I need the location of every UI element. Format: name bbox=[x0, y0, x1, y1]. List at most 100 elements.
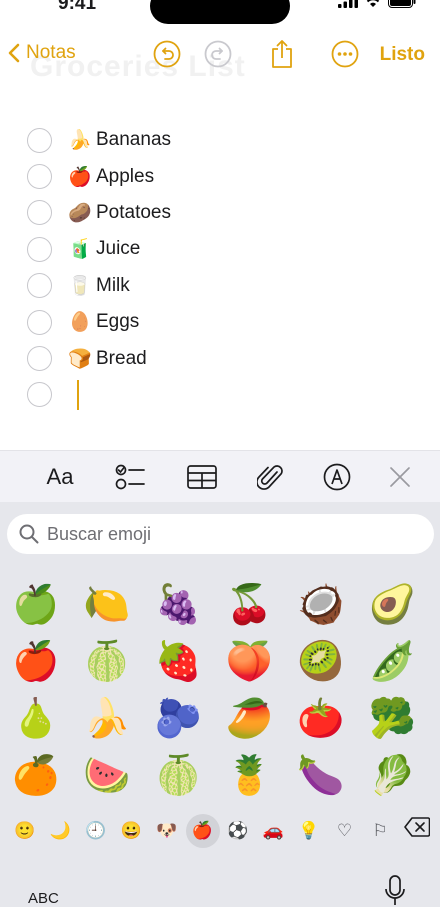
category-smileys-icon[interactable]: 🙂 bbox=[8, 814, 42, 848]
table-button[interactable] bbox=[186, 461, 218, 493]
emoji-key[interactable]: 🍎 bbox=[0, 640, 71, 684]
checklist-item[interactable]: 🍌 Bananas bbox=[27, 122, 427, 158]
redo-icon bbox=[204, 40, 232, 68]
checkbox[interactable] bbox=[27, 382, 52, 408]
more-button[interactable] bbox=[331, 40, 359, 68]
emoji-key[interactable]: 🍒 bbox=[214, 583, 285, 627]
attachment-button[interactable] bbox=[256, 461, 284, 493]
redo-button[interactable] bbox=[204, 40, 232, 68]
item-label: Bananas bbox=[96, 129, 172, 151]
emoji-key[interactable]: 🍍 bbox=[214, 754, 285, 798]
undo-icon bbox=[153, 40, 181, 68]
checkbox[interactable] bbox=[27, 309, 52, 335]
category-travel-icon[interactable]: 🚗 bbox=[257, 814, 291, 848]
emoji-key[interactable]: 🍓 bbox=[143, 640, 214, 684]
emoji-key[interactable]: 🍐 bbox=[0, 697, 71, 741]
category-faces-icon[interactable]: 😀 bbox=[115, 814, 149, 848]
emoji-row: 🍎 🍈 🍓 🍑 🥝 🫛 bbox=[0, 633, 440, 690]
microphone-icon[interactable] bbox=[384, 875, 406, 907]
emoji-key[interactable]: 🍏 bbox=[0, 583, 71, 627]
markup-button[interactable] bbox=[322, 461, 352, 493]
category-recent-clock-icon[interactable]: 🕘 bbox=[79, 814, 113, 848]
checklist-item-new[interactable] bbox=[27, 377, 427, 413]
emoji-key[interactable]: 🥭 bbox=[214, 697, 285, 741]
backspace-icon[interactable] bbox=[404, 817, 430, 837]
emoji-key[interactable]: 🥑 bbox=[356, 583, 427, 627]
checklist-item[interactable]: 🍎 Apples bbox=[27, 158, 427, 194]
emoji-key[interactable]: 🍈 bbox=[71, 640, 142, 684]
table-icon bbox=[187, 465, 217, 489]
emoji-key[interactable]: 🍈 bbox=[143, 754, 214, 798]
checklist-item[interactable]: 🍞 Bread bbox=[27, 340, 427, 376]
signal-icon bbox=[338, 0, 358, 8]
done-button[interactable]: Listo bbox=[380, 44, 425, 66]
emoji-key[interactable]: 🍇 bbox=[143, 583, 214, 627]
emoji-key[interactable]: 🍅 bbox=[285, 697, 356, 741]
checklist-item[interactable]: 🥔 Potatoes bbox=[27, 195, 427, 231]
category-activity-icon[interactable]: ⚽ bbox=[221, 814, 255, 848]
checklist-icon bbox=[115, 464, 145, 490]
item-emoji: 🧃 bbox=[68, 239, 92, 261]
emoji-grid: 🍏 🍋 🍇 🍒 🥥 🥑 🍎 🍈 🍓 🍑 🥝 🫛 🍐 🍌 🫐 🥭 🍅 🥦 🍊 🍉 … bbox=[0, 576, 440, 804]
format-toolbar: Aa bbox=[0, 450, 440, 502]
item-emoji: 🥔 bbox=[68, 202, 92, 224]
status-time: 9:41 bbox=[58, 0, 97, 14]
close-icon bbox=[390, 467, 410, 487]
category-animals-icon[interactable]: 🐶 bbox=[150, 814, 184, 848]
back-button[interactable]: Notas bbox=[8, 42, 76, 64]
share-icon bbox=[272, 40, 292, 68]
undo-button[interactable] bbox=[153, 40, 181, 68]
emoji-category-bar: 🙂 🌙 🕘 😀 🐶 🍎 ⚽ 🚗 💡 ♡ ⚐ bbox=[0, 813, 440, 849]
category-flags-icon[interactable]: ⚐ bbox=[363, 814, 397, 848]
emoji-key[interactable]: 🍉 bbox=[71, 754, 142, 798]
checklist-item[interactable]: 🥚 Eggs bbox=[27, 304, 427, 340]
text-format-button[interactable]: Aa bbox=[42, 461, 78, 493]
category-symbols-icon[interactable]: ♡ bbox=[328, 814, 362, 848]
checkbox[interactable] bbox=[27, 164, 52, 190]
checkbox[interactable] bbox=[27, 236, 52, 262]
status-icons bbox=[338, 0, 416, 8]
emoji-key[interactable]: 🫛 bbox=[356, 640, 427, 684]
emoji-key[interactable]: 🍊 bbox=[0, 754, 71, 798]
battery-icon bbox=[388, 0, 416, 8]
checkbox[interactable] bbox=[27, 200, 52, 226]
checklist-item[interactable]: 🧃 Juice bbox=[27, 231, 427, 267]
category-moon-icon[interactable]: 🌙 bbox=[44, 814, 78, 848]
emoji-key[interactable]: 🫐 bbox=[143, 697, 214, 741]
checklist-button[interactable] bbox=[114, 461, 146, 493]
emoji-row: 🍐 🍌 🫐 🥭 🍅 🥦 bbox=[0, 690, 440, 747]
emoji-key[interactable]: 🥥 bbox=[285, 583, 356, 627]
search-placeholder: Buscar emoji bbox=[47, 523, 152, 544]
emoji-row: 🍊 🍉 🍈 🍍 🍆 🥬 bbox=[0, 747, 440, 804]
item-label: Eggs bbox=[96, 311, 140, 333]
checkbox[interactable] bbox=[27, 273, 52, 299]
back-label: Notas bbox=[26, 42, 76, 63]
emoji-key[interactable]: 🥝 bbox=[285, 640, 356, 684]
category-food-icon[interactable]: 🍎 bbox=[185, 814, 220, 848]
close-toolbar-button[interactable] bbox=[386, 461, 414, 493]
share-button[interactable] bbox=[268, 40, 296, 68]
emoji-key[interactable]: 🍋 bbox=[71, 583, 142, 627]
abc-keyboard-button[interactable]: ABC bbox=[28, 890, 59, 907]
checklist-item[interactable]: 🥛 Milk bbox=[27, 268, 427, 304]
emoji-search-input[interactable]: Buscar emoji bbox=[7, 514, 434, 554]
emoji-keyboard: Buscar emoji 🍏 🍋 🍇 🍒 🥥 🥑 🍎 🍈 🍓 🍑 🥝 🫛 🍐 🍌… bbox=[0, 502, 440, 907]
item-label: Bread bbox=[96, 347, 147, 369]
checklist: 🍌 Bananas 🍎 Apples 🥔 Potatoes 🧃 Juice 🥛 … bbox=[27, 122, 427, 413]
emoji-key[interactable]: 🍑 bbox=[214, 640, 285, 684]
text-format-label: Aa bbox=[46, 464, 74, 489]
emoji-key[interactable]: 🥦 bbox=[356, 697, 427, 741]
checkbox[interactable] bbox=[27, 346, 52, 372]
checkbox[interactable] bbox=[27, 127, 52, 153]
category-objects-icon[interactable]: 💡 bbox=[292, 814, 326, 848]
status-bar: 9:41 bbox=[0, 0, 440, 24]
emoji-row: 🍏 🍋 🍇 🍒 🥥 🥑 bbox=[0, 576, 440, 633]
item-emoji: 🍎 bbox=[68, 166, 92, 188]
pen-tip-circle-icon bbox=[323, 463, 351, 491]
emoji-key[interactable]: 🥬 bbox=[356, 754, 427, 798]
item-emoji: 🥚 bbox=[68, 312, 92, 334]
emoji-key[interactable]: 🍆 bbox=[285, 754, 356, 798]
emoji-key[interactable]: 🍌 bbox=[71, 697, 142, 741]
chevron-left-icon bbox=[8, 43, 20, 63]
search-icon bbox=[19, 524, 39, 544]
